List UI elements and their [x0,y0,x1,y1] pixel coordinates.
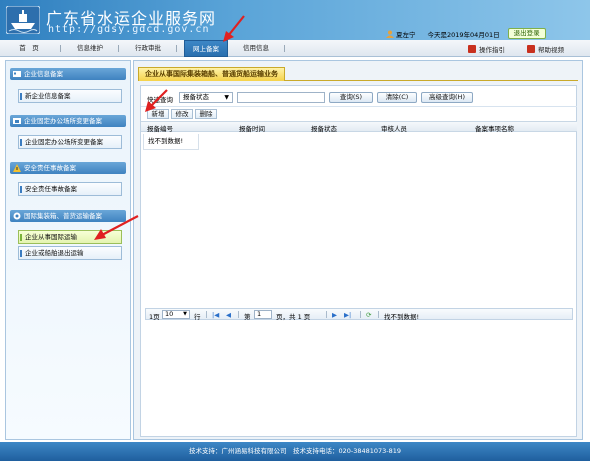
sidebar: 企业信息备案 新企业信息备案 企业固定办公场所变更备案 企业固定办公场所变更备案… [5,60,131,440]
edit-button[interactable]: 修改 [171,109,193,119]
empty-table-message: 找不到数据! [143,134,199,150]
help-video-icon [527,44,535,53]
sidebar-section-label: 安全责任事故备案 [24,164,76,172]
guide-link[interactable]: 操作指引 [468,43,505,54]
today-date: 今天是2019年04月01日 [427,30,500,39]
table-header: 报备编号 报备时间 报备状态 审核人员 备案事项名称 [141,121,577,133]
sidebar-section-label: 国际集装箱、普货运输备案 [24,212,102,220]
nav-divider [60,45,61,52]
help-video-label: 帮助视频 [538,45,564,54]
clear-button[interactable]: 清除(C) [377,92,417,103]
sidebar-section-safety-accident[interactable]: 安全责任事故备案 [10,162,126,174]
sidebar-item-safety-accident[interactable]: 安全责任事故备案 [18,182,122,196]
id-card-icon [13,71,21,77]
site-url: http://gdsy.gdcd.gov.cn [48,24,210,35]
guide-label: 操作指引 [479,45,505,54]
page-size-select[interactable]: 10 ▼ [162,310,190,319]
column-header[interactable]: 审核人员 [381,123,407,133]
refresh-icon[interactable]: ⟳ [366,311,371,319]
user-name: 夏左宁 [396,30,416,39]
nav-item-home[interactable]: 首 页 [12,40,46,57]
pagination-bar: 1页 10 ▼ 行 |◀ ◀ 第 1 页，共 1 页 ▶ ▶| ⟳ 找不到数据! [145,308,573,321]
office-icon [13,118,21,124]
toolbar: 新增 修改 删除 [141,106,577,120]
advanced-query-button[interactable]: 高级查询(H) [421,92,473,103]
pager-divider [238,311,239,318]
last-page-icon[interactable]: ▶| [344,311,351,319]
add-button[interactable]: 新增 [147,109,169,119]
content-area: 快速查询 报备状态 ▼ 查询(S) 清除(C) 高级查询(H) 新增 修改 删除… [140,85,577,437]
nav-divider [176,45,177,52]
sidebar-item-international-transport[interactable]: 企业从事国际运输 [18,230,122,244]
first-page-icon[interactable]: |◀ [212,311,219,319]
nav-divider [284,45,285,52]
guide-icon [468,44,476,53]
page-size-value: 10 [165,310,174,318]
page-label: 第 [244,313,251,321]
page-size-suffix: 行 [194,313,201,321]
column-header[interactable]: 报备编号 [147,123,173,133]
main-panel: 企业从事国际集装箱船、普通货船运输业务 快速查询 报备状态 ▼ 查询(S) 清除… [133,60,583,440]
sidebar-item-office-change[interactable]: 企业固定办公场所变更备案 [18,135,122,149]
site-footer: 技术支持：广州涵易科技有限公司 技术支持电话：020-38481073-819 [0,442,590,461]
search-row: 快速查询 报备状态 ▼ 查询(S) 清除(C) 高级查询(H) [141,92,577,104]
chevron-down-icon: ▼ [183,311,187,317]
sidebar-section-container-transport[interactable]: 国际集装箱、普货运输备案 [10,210,126,222]
column-header[interactable]: 报备状态 [311,123,337,133]
current-user: 夏左宁 [386,29,416,39]
pager-divider [360,311,361,318]
panel-title: 企业从事国际集装箱船、普通货船运输业务 [138,67,285,81]
prev-page-icon[interactable]: ◀ [226,311,231,319]
gear-icon [13,212,21,220]
search-select-value: 报备状态 [183,93,209,101]
pager-status: 找不到数据! [384,313,420,321]
sidebar-section-label: 企业信息备案 [24,70,63,78]
nav-item-info-maintenance[interactable]: 信息维护 [72,40,108,57]
query-button[interactable]: 查询(S) [329,92,373,103]
sidebar-item-exit-transport[interactable]: 企业或船舶退出运输 [18,246,122,260]
next-page-icon[interactable]: ▶ [332,311,337,319]
search-input[interactable] [237,92,325,103]
search-field-select[interactable]: 报备状态 ▼ [179,92,233,103]
chevron-down-icon: ▼ [224,94,229,101]
nav-item-credit-info[interactable]: 信用信息 [238,40,274,57]
help-video-link[interactable]: 帮助视频 [527,43,564,54]
logout-button[interactable]: 退出登录 [507,28,546,39]
user-bar: 夏左宁 今天是2019年04月01日 退出登录 [386,27,572,40]
main-nav: 首 页 信息维护 行政审批 网上备案 信用信息 操作指引 帮助视频 [0,40,590,57]
app-root: 广东省水运企业服务网 http://gdsy.gdcd.gov.cn 夏左宁 今… [0,0,590,461]
sidebar-section-office-change[interactable]: 企业固定办公场所变更备案 [10,115,126,127]
ship-logo-icon [6,6,40,34]
pager-divider [206,311,207,318]
search-label: 快速查询 [147,96,173,104]
sidebar-item-new-company-info[interactable]: 新企业信息备案 [18,89,122,103]
warning-icon [13,164,21,172]
nav-item-admin-approval[interactable]: 行政审批 [130,40,166,57]
panel-title-bar: 企业从事国际集装箱船、普通货船运输业务 [138,67,578,81]
page-size-prefix: 1页 [149,313,160,321]
delete-button[interactable]: 删除 [195,109,217,119]
nav-divider [118,45,119,52]
column-header[interactable]: 报备时间 [239,123,265,133]
page-number-input[interactable]: 1 [254,310,272,319]
sidebar-section-label: 企业固定办公场所变更备案 [24,117,102,125]
site-header: 广东省水运企业服务网 http://gdsy.gdcd.gov.cn 夏左宁 今… [0,0,590,40]
sidebar-section-company-info[interactable]: 企业信息备案 [10,68,126,80]
nav-item-online-filing[interactable]: 网上备案 [184,40,228,57]
page-total: 页，共 1 页 [276,313,311,321]
column-header[interactable]: 备案事项名称 [475,123,514,133]
pager-divider [378,311,379,318]
user-icon [386,30,394,38]
pager-divider [326,311,327,318]
